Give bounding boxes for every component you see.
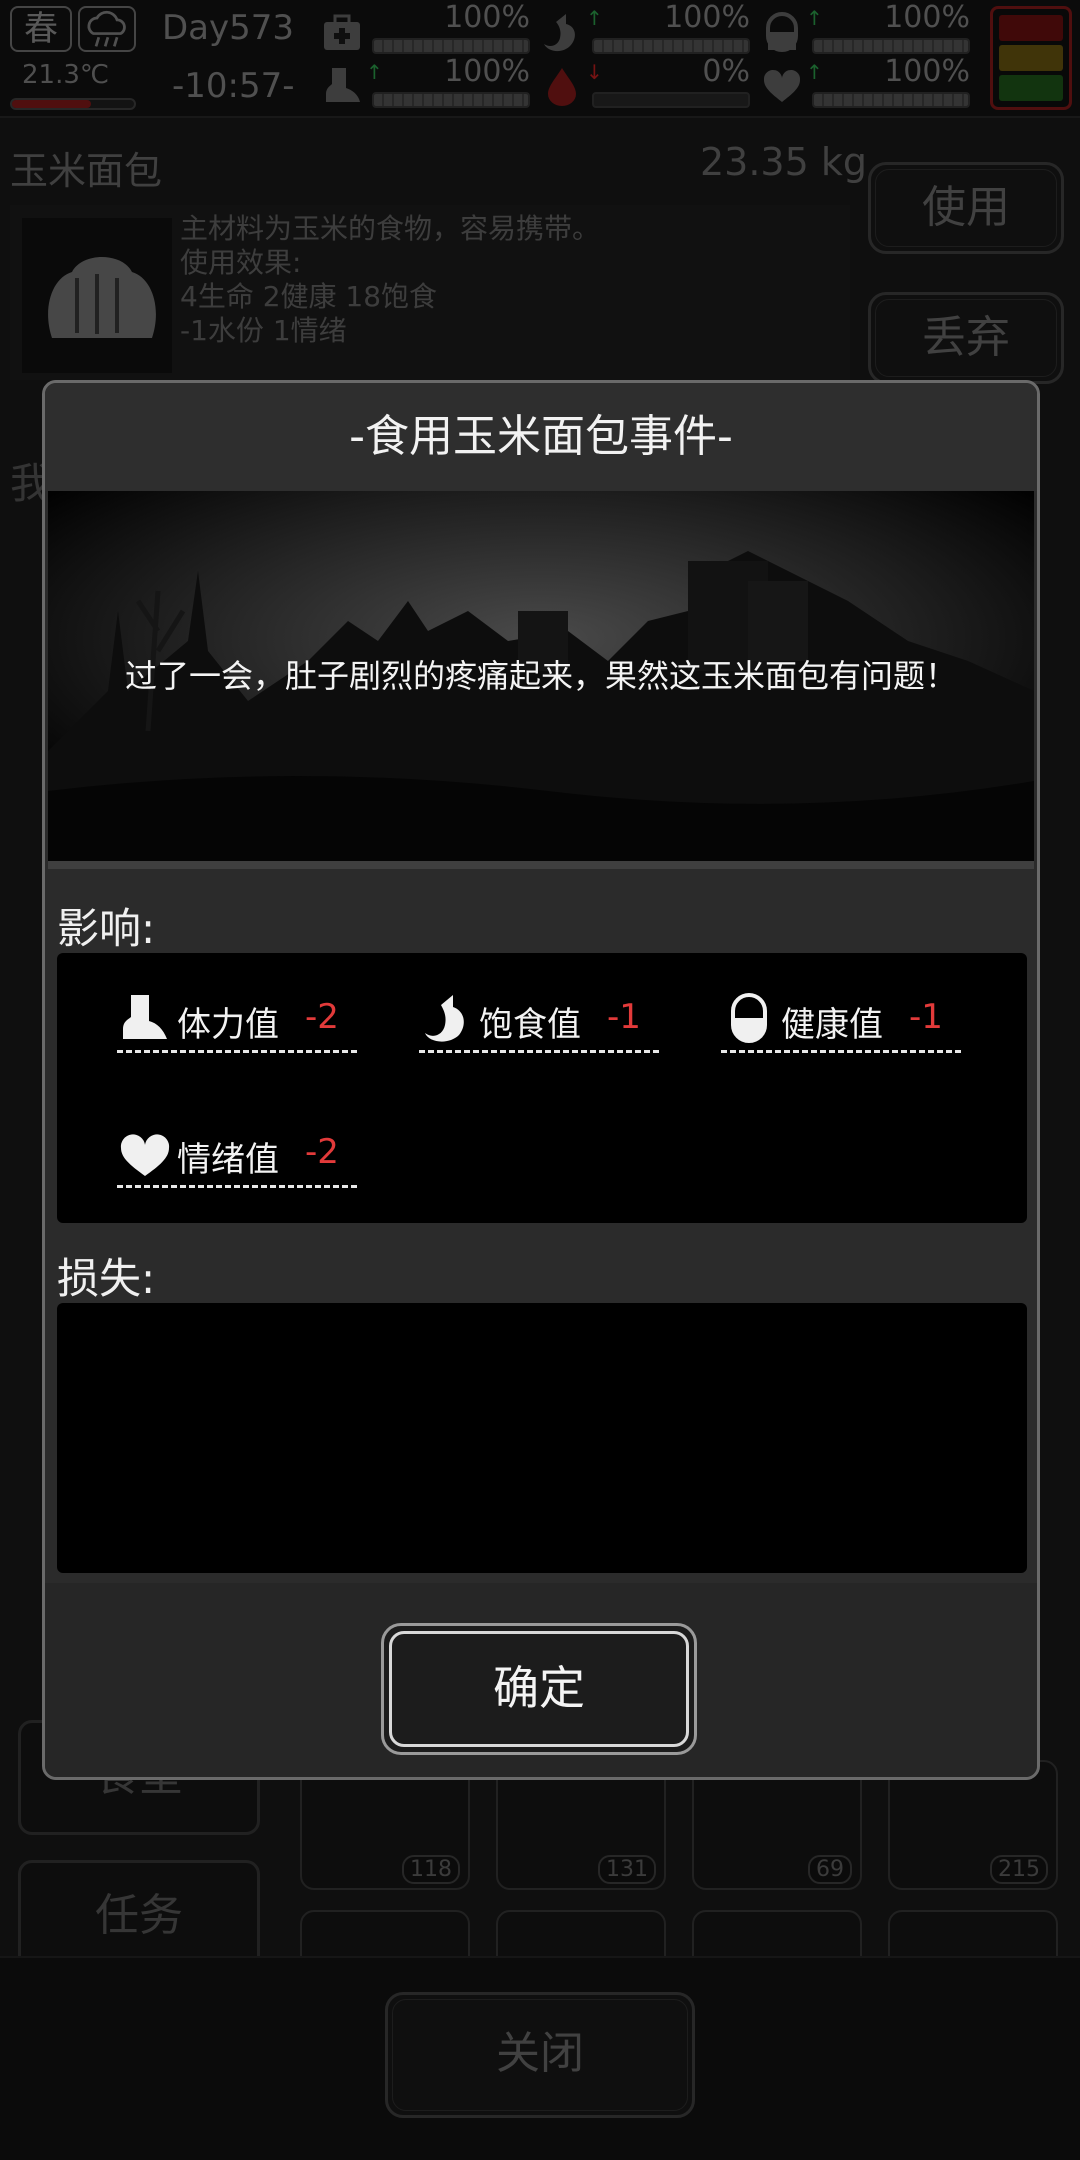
losses-panel bbox=[57, 1303, 1027, 1573]
effect-value: -1 bbox=[607, 997, 641, 1037]
effect-value: -2 bbox=[305, 997, 339, 1037]
dialog-title: -食用玉米面包事件- bbox=[45, 383, 1037, 491]
effect-stamina: 体力值 -2 bbox=[117, 983, 357, 1053]
effect-label: 体力值 bbox=[177, 1005, 279, 1045]
effect-health: 健康值 -1 bbox=[721, 983, 961, 1053]
effect-label: 饱食值 bbox=[479, 1005, 581, 1045]
effect-value: -1 bbox=[909, 997, 943, 1037]
losses-heading: 损失: bbox=[57, 1254, 156, 1303]
confirm-button[interactable]: 确定 bbox=[381, 1623, 697, 1755]
divider bbox=[48, 861, 1034, 869]
effects-panel: 体力值 -2 饱食值 -1 健康值 -1 情绪值 -2 bbox=[57, 953, 1027, 1223]
effect-mood: 情绪值 -2 bbox=[117, 1118, 357, 1188]
effect-satiety: 饱食值 -1 bbox=[419, 983, 659, 1053]
effects-heading: 影响: bbox=[57, 904, 156, 953]
heart-icon bbox=[120, 1134, 170, 1176]
effect-label: 健康值 bbox=[781, 1005, 883, 1045]
effect-label: 情绪值 bbox=[177, 1140, 279, 1180]
event-message: 过了一会，肚子剧烈的疼痛起来，果然这玉米面包有问题！ bbox=[124, 657, 957, 695]
event-dialog: -食用玉米面包事件- 过了一会，肚子剧烈的疼痛起来，果然这玉米面包有问题！ 影响… bbox=[42, 380, 1040, 1780]
effect-value: -2 bbox=[305, 1132, 339, 1172]
event-illustration: 过了一会，肚子剧烈的疼痛起来，果然这玉米面包有问题！ bbox=[48, 491, 1034, 861]
capsule-icon bbox=[731, 993, 767, 1043]
boot-icon bbox=[123, 995, 167, 1039]
stomach-icon bbox=[425, 995, 464, 1042]
